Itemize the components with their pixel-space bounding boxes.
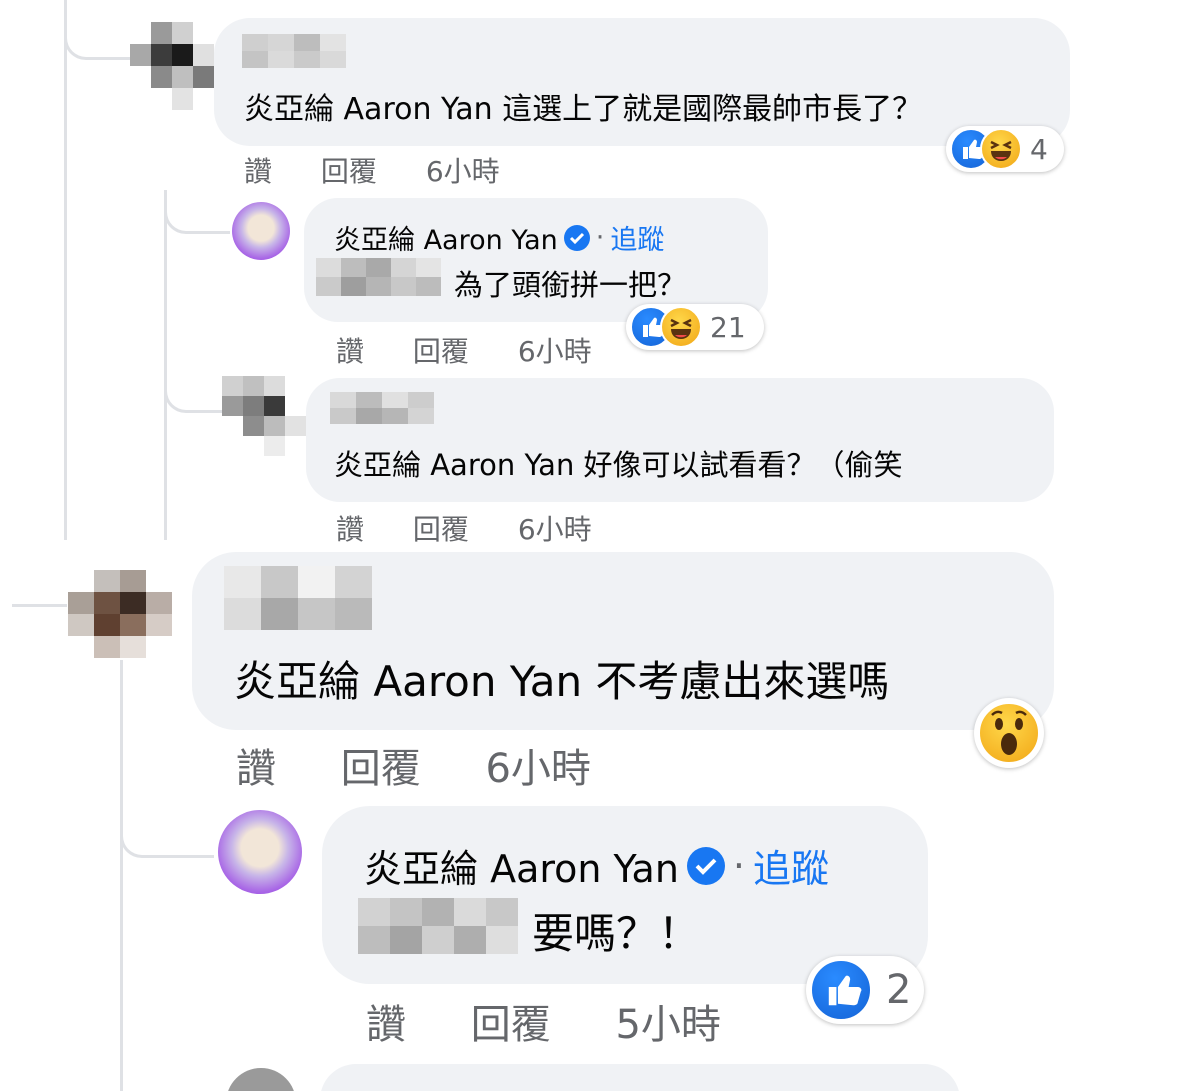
timestamp[interactable]: 5小時 [615, 992, 720, 1050]
reaction-summary[interactable] [974, 698, 1044, 768]
avatar[interactable] [130, 22, 214, 112]
thread-connector [164, 190, 230, 234]
comment-actions: 讚 回覆 6小時 [336, 508, 592, 548]
reaction-summary[interactable]: 4 [946, 126, 1064, 172]
comment-text: 炎亞綸 Aaron Yan 這選上了就是國際最帥市長了？ [244, 92, 923, 127]
verified-badge-icon [563, 224, 590, 251]
haha-icon [660, 306, 702, 348]
author-name[interactable] [224, 566, 372, 630]
comment-bubble: 炎亞綸 Aaron Yan 好像可以試看看？（偷笑 [306, 378, 1054, 502]
reply-link[interactable]: 回覆 [471, 992, 551, 1050]
author-row: 炎亞綸 Aaron Yan · 追蹤 [334, 218, 664, 257]
comment-text: 炎亞綸 Aaron Yan 不考慮出來選嗎 [234, 657, 890, 706]
author-name[interactable]: 炎亞綸 Aaron Yan [364, 838, 679, 893]
thread-connector [12, 604, 67, 607]
mention-tag[interactable] [316, 258, 441, 296]
author-name[interactable] [330, 392, 434, 424]
like-link[interactable]: 讚 [336, 330, 364, 370]
thread-connector [120, 780, 214, 858]
author-name[interactable] [242, 34, 346, 68]
author-row: 炎亞綸 Aaron Yan · 追蹤 [364, 838, 829, 893]
verified-badge-icon [686, 846, 725, 885]
thread-connector [164, 360, 224, 413]
timestamp[interactable]: 6小時 [518, 330, 592, 370]
comment-actions: 讚 回覆 6小時 [236, 736, 591, 794]
timestamp[interactable]: 6小時 [485, 736, 590, 794]
haha-icon [980, 128, 1022, 170]
reaction-summary[interactable]: 21 [626, 304, 764, 350]
comment-text: 要嗎？！ [532, 909, 701, 958]
like-link[interactable]: 讚 [366, 992, 406, 1050]
wow-icon [977, 701, 1041, 765]
comment-bubble: 炎亞綸 Aaron Yan 不考慮出來選嗎 [192, 552, 1054, 730]
comment-actions: 讚 回覆 6小時 [336, 330, 592, 370]
comment-text: 炎亞綸 Aaron Yan 好像可以試看看？（偷笑 [334, 448, 903, 482]
like-link[interactable]: 讚 [336, 508, 364, 548]
thread-line [64, 0, 67, 540]
thread-line [120, 660, 123, 1091]
like-link[interactable]: 讚 [236, 736, 276, 794]
avatar[interactable] [222, 376, 306, 456]
comment-actions: 讚 回覆 5小時 [366, 992, 721, 1050]
follow-link[interactable]: 追蹤 [753, 838, 829, 893]
comment-bubble: 炎亞綸 Aaron Yan 這選上了就是國際最帥市長了？ [214, 18, 1070, 146]
reply-link[interactable]: 回覆 [341, 736, 421, 794]
reply-link[interactable]: 回覆 [321, 150, 377, 190]
reaction-count: 2 [886, 967, 912, 1013]
reaction-count: 21 [710, 310, 746, 344]
avatar[interactable] [68, 570, 174, 658]
reply-link[interactable]: 回覆 [413, 330, 469, 370]
comment-bubble [320, 1064, 960, 1091]
timestamp[interactable]: 6小時 [426, 150, 500, 190]
comment-actions: 讚 回覆 6小時 [244, 150, 500, 190]
avatar[interactable] [226, 1068, 296, 1091]
author-name[interactable]: 炎亞綸 Aaron Yan [334, 218, 558, 257]
timestamp[interactable]: 6小時 [518, 508, 592, 548]
follow-link[interactable]: 追蹤 [610, 218, 664, 257]
mention-tag[interactable] [358, 898, 518, 954]
comment-text: 為了頭銜拼一把？ [454, 268, 687, 302]
reaction-summary[interactable]: 2 [806, 956, 924, 1024]
comment-thread: 炎亞綸 Aaron Yan 這選上了就是國際最帥市長了？ 4 讚 回覆 6小時 … [0, 0, 1200, 1091]
avatar[interactable] [218, 810, 302, 894]
reply-link[interactable]: 回覆 [413, 508, 469, 548]
reaction-count: 4 [1030, 132, 1048, 166]
avatar[interactable] [232, 202, 290, 260]
like-icon [810, 959, 872, 1021]
thread-connector [64, 0, 134, 60]
like-link[interactable]: 讚 [244, 150, 272, 190]
